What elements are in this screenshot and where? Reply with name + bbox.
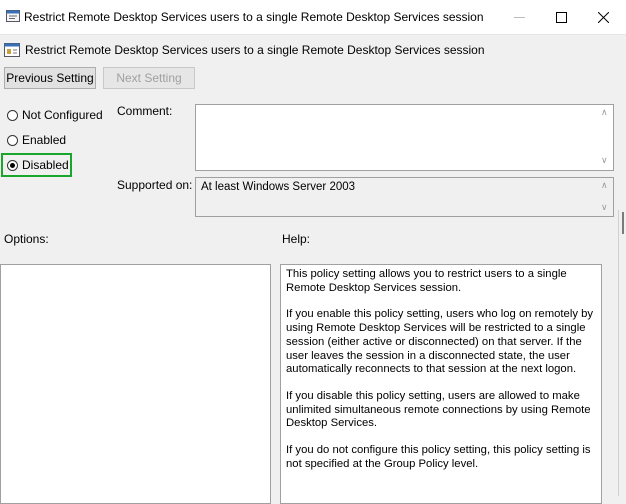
help-label: Help: — [282, 232, 311, 246]
previous-setting-button[interactable]: Previous Setting — [4, 67, 96, 89]
maximize-button[interactable] — [540, 0, 582, 34]
help-pane: This policy setting allows you to restri… — [280, 264, 602, 504]
minimize-icon — [513, 16, 525, 18]
close-button[interactable] — [582, 0, 624, 34]
comment-label: Comment: — [117, 104, 173, 118]
radio-enabled[interactable]: Enabled — [7, 132, 66, 148]
radio-circle — [7, 109, 18, 121]
scroll-down-icon[interactable]: ∨ — [601, 155, 608, 166]
radio-label: Enabled — [22, 133, 67, 147]
close-icon — [597, 11, 609, 23]
policy-title: Restrict Remote Desktop Services users t… — [25, 43, 485, 57]
minimize-button[interactable] — [498, 0, 540, 34]
scrollbar-thumb[interactable] — [622, 212, 624, 234]
next-setting-button[interactable]: Next Setting — [103, 67, 195, 89]
radio-label: Not Configured — [22, 108, 103, 122]
scroll-down-icon[interactable]: ∨ — [601, 202, 608, 213]
window-title: Restrict Remote Desktop Services users t… — [24, 10, 484, 24]
help-paragraph: This policy setting allows you to restri… — [286, 268, 567, 294]
radio-circle — [7, 134, 18, 146]
help-paragraph: If you do not configure this policy sett… — [286, 444, 591, 470]
supported-on-label: Supported on: — [117, 178, 193, 192]
options-pane — [0, 264, 271, 504]
scroll-up-icon[interactable]: ∧ — [601, 180, 608, 191]
supported-on-value: At least Windows Server 2003 — [195, 177, 614, 217]
selection-highlight — [1, 153, 72, 177]
radio-not-configured[interactable]: Not Configured — [7, 107, 103, 123]
policy-icon — [6, 10, 20, 22]
comment-field[interactable] — [195, 104, 614, 171]
policy-setting-icon — [4, 43, 20, 57]
maximize-icon — [555, 11, 567, 23]
help-paragraph: If you disable this policy setting, user… — [286, 389, 591, 430]
help-paragraph: If you enable this policy setting, users… — [286, 308, 594, 376]
scroll-up-icon[interactable]: ∧ — [601, 107, 608, 118]
options-label: Options: — [4, 232, 49, 246]
scrollbar-track[interactable] — [618, 210, 626, 496]
